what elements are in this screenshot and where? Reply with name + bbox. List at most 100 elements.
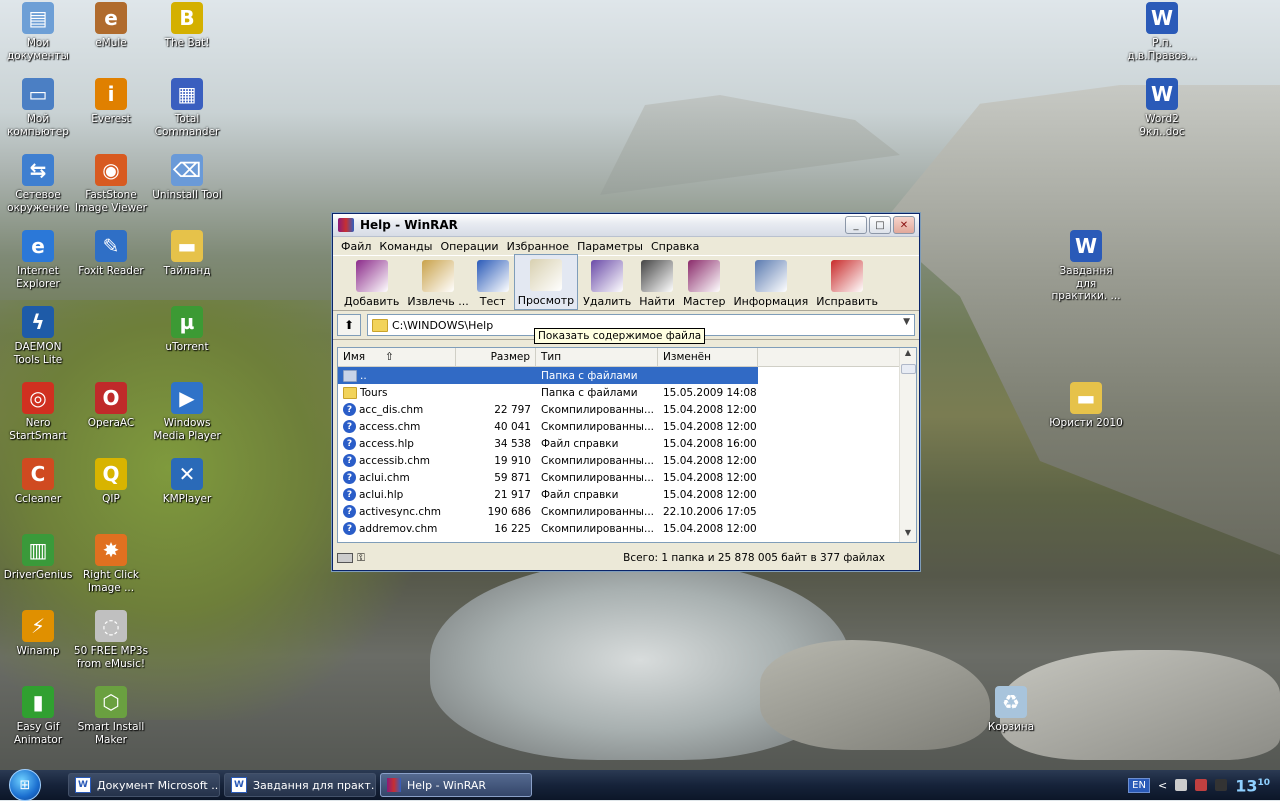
menu-item[interactable]: Избранное (503, 240, 573, 253)
taskbar-button-label: Завдання для практ... (253, 778, 376, 792)
file-size: 21 917 (494, 488, 531, 501)
parent-folder-icon (343, 369, 357, 382)
up-folder-button[interactable]: ⬆ (337, 314, 361, 336)
file-modified: 22.10.2006 17:05 (663, 505, 757, 518)
file-row[interactable]: ? addremov.chm 16 225 Скомпилированны... 15.… (338, 520, 916, 537)
desktop-icon[interactable]: W Word2 9кл..doc (1124, 78, 1200, 138)
status-bar: ⚿ Всего: 1 папка и 25 878 005 байт в 377… (337, 549, 915, 567)
taskbar-button[interactable]: W Завдання для практ... (224, 773, 376, 797)
file-row[interactable]: ? acc_dis.chm 22 797 Скомпилированны... 15.0… (338, 401, 916, 418)
desktop-icon[interactable]: ⇆ Сетевое окружение (0, 154, 76, 214)
toolbar-button-label: Удалить (583, 295, 632, 308)
desktop-icon[interactable]: ◉ FastStone Image Viewer (73, 154, 149, 214)
desktop-icon[interactable]: ◎ Nero StartSmart (0, 382, 76, 442)
language-indicator[interactable]: EN (1128, 777, 1150, 793)
desktop-icon[interactable]: ▦ Total Commander (149, 78, 225, 138)
column-header-name[interactable]: Имя ⇧ (338, 348, 456, 366)
toolbar-button[interactable]: Тест (474, 256, 512, 310)
file-row[interactable]: .. Папка с файлами (338, 367, 758, 384)
desktop-icon[interactable]: ▥ DriverGenius (0, 534, 76, 582)
tray-app-icon[interactable] (1215, 779, 1228, 791)
desktop-icon[interactable]: µ uTorrent (149, 306, 225, 354)
desktop-icon[interactable]: Q QIP (73, 458, 149, 506)
scroll-up-icon[interactable]: ▲ (900, 348, 916, 362)
desktop-icon[interactable]: O OperaAC (73, 382, 149, 430)
file-row[interactable]: ? access.chm 40 041 Скомпилированны... 15.04… (338, 418, 916, 435)
desktop-icon[interactable]: ϟ DAEMON Tools Lite (0, 306, 76, 366)
desktop-icon[interactable]: ◌ 50 FREE MP3s from eMusic! (73, 610, 149, 670)
scroll-thumb[interactable] (901, 364, 916, 374)
column-header-modified[interactable]: Изменён (658, 348, 758, 366)
desktop-icon[interactable]: ▬ Тайланд (149, 230, 225, 278)
desktop-icon[interactable]: B The Bat! (149, 2, 225, 50)
close-button[interactable]: ✕ (893, 216, 915, 234)
column-header-size[interactable]: Размер (456, 348, 536, 366)
desktop-icon[interactable]: W Р.п. д.в.Правоз... (1124, 2, 1200, 62)
toolbar-button[interactable]: Мастер (680, 256, 728, 310)
key-icon[interactable]: ⚿ (357, 552, 365, 565)
toolbar-button[interactable]: Исправить (813, 256, 881, 310)
file-row[interactable]: ? aclui.chm 59 871 Скомпилированны... 15.04.… (338, 469, 916, 486)
start-button[interactable]: ⊞ (0, 769, 50, 801)
toolbar-button[interactable]: Добавить (341, 256, 402, 310)
flag-icon[interactable] (1195, 779, 1208, 791)
file-name: aclui.hlp (359, 488, 404, 501)
file-row[interactable]: ? accessib.chm 19 910 Скомпилированны... 15.… (338, 452, 916, 469)
menu-item[interactable]: Операции (436, 240, 502, 253)
desktop-icon-label: Winamp (16, 645, 60, 657)
desktop-icon[interactable]: ✕ KMPlayer (149, 458, 225, 506)
menu-item[interactable]: Справка (647, 240, 703, 253)
file-row[interactable]: ? activesync.chm 190 686 Скомпилированны...… (338, 503, 916, 520)
word-icon: W (75, 777, 91, 793)
desktop-icon[interactable]: ▭ Мой компьютер (0, 78, 76, 138)
toolbar-button-label: Просмотр (517, 294, 575, 307)
folder-icon: ▬ (1070, 382, 1102, 414)
file-row[interactable]: ? aclui.hlp 21 917 Файл справки 15.04.2008 1… (338, 486, 916, 503)
title-bar[interactable]: Help - WinRAR _ □ ✕ (333, 214, 919, 237)
winrar-icon (387, 778, 401, 792)
desktop-icon[interactable]: e eMule (73, 2, 149, 50)
menu-item[interactable]: Файл (337, 240, 375, 253)
desktop-icon[interactable]: ⌫ Uninstall Tool (149, 154, 225, 202)
desktop-icon[interactable]: ▶ Windows Media Player (149, 382, 225, 442)
desktop-icon[interactable]: C Ccleaner (0, 458, 76, 506)
toolbar-button[interactable]: Найти (636, 256, 678, 310)
desktop-icon[interactable]: ▬ Юристи 2010 (1048, 382, 1124, 430)
desktop-icon[interactable]: ⬡ Smart Install Maker (73, 686, 149, 746)
column-header-type[interactable]: Тип (536, 348, 658, 366)
desktop-icon[interactable]: W Завдання для практики. ... (1048, 230, 1124, 303)
drive-icon[interactable] (337, 553, 353, 563)
desktop-icon[interactable]: i Everest (73, 78, 149, 126)
list-header: Имя ⇧ Размер Тип Изменён (338, 348, 916, 367)
desktop-icon[interactable]: e Internet Explorer (0, 230, 76, 290)
desktop-icon[interactable]: ♻ Корзина (973, 686, 1049, 734)
desktop-icon[interactable]: ▮ Easy Gif Animator (0, 686, 76, 746)
scroll-down-icon[interactable]: ▼ (900, 528, 916, 542)
file-list[interactable]: Имя ⇧ Размер Тип Изменён .. Папка с файла… (337, 347, 917, 543)
menu-item[interactable]: Команды (375, 240, 436, 253)
desktop-icon[interactable]: ⚡ Winamp (0, 610, 76, 658)
vertical-scrollbar[interactable]: ▲ ▼ (899, 348, 916, 542)
clock[interactable]: 1310 (1235, 776, 1270, 794)
toolbar-button[interactable]: Просмотр (513, 254, 579, 310)
toolbar-button[interactable]: Извлечь ... (404, 256, 471, 310)
window-title: Help - WinRAR (360, 218, 458, 232)
desktop-icon[interactable]: ✎ Foxit Reader (73, 230, 149, 278)
toolbar-button[interactable]: Удалить (580, 256, 634, 310)
maximize-button[interactable]: □ (869, 216, 891, 234)
toolbar-button[interactable]: Информация (730, 256, 811, 310)
toolbar-button-label: Мастер (683, 295, 726, 308)
taskbar-button[interactable]: W Документ Microsoft ... (68, 773, 220, 797)
minimize-button[interactable]: _ (845, 216, 867, 234)
windows-logo-icon: ⊞ (9, 769, 41, 801)
chevron-down-icon[interactable]: ▼ (903, 317, 910, 327)
file-name: .. (360, 369, 367, 382)
speaker-icon[interactable] (1175, 779, 1188, 791)
menu-item[interactable]: Параметры (573, 240, 647, 253)
taskbar-button[interactable]: Help - WinRAR (380, 773, 532, 797)
desktop-icon[interactable]: ✸ Right Click Image ... (73, 534, 149, 594)
tray-expand-icon[interactable]: < (1158, 779, 1167, 792)
desktop-icon[interactable]: ▤ Мои документы (0, 2, 76, 62)
file-row[interactable]: Tours Папка с файлами 15.05.2009 14:08 (338, 384, 916, 401)
file-row[interactable]: ? access.hlp 34 538 Файл справки 15.04.2008 … (338, 435, 916, 452)
